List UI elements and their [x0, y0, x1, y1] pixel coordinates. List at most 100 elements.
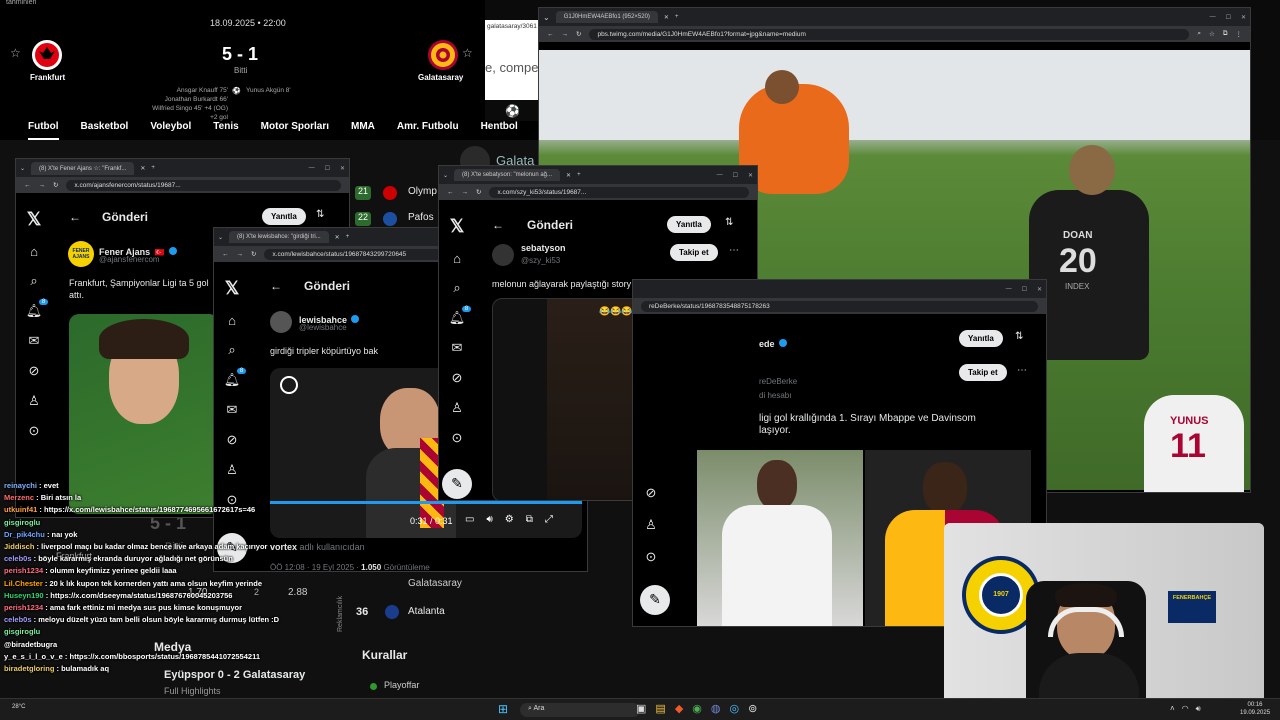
obs-icon[interactable]: ⊚ — [748, 702, 757, 715]
avatar[interactable] — [492, 244, 514, 266]
favorite-star-icon[interactable]: ☆ — [462, 46, 473, 60]
user-handle[interactable]: reDeBerke — [759, 377, 797, 386]
new-tab-icon[interactable]: + — [346, 234, 350, 240]
follow-button[interactable]: Takip et — [959, 364, 1007, 381]
profile-icon[interactable]: ♙ — [226, 462, 238, 478]
fullscreen-icon[interactable]: ⤢ — [545, 514, 553, 525]
taskbar-search[interactable]: ⌕ Ara — [520, 703, 640, 717]
grok-icon[interactable]: ⊘ — [227, 432, 238, 448]
home-icon[interactable]: ⌂ — [30, 244, 38, 259]
chat-username[interactable]: celeb0s — [4, 554, 32, 563]
picture-in-picture-icon[interactable]: ⧉ — [526, 514, 533, 525]
tab-menu-icon[interactable]: ⌄ — [20, 165, 25, 172]
profile-icon[interactable]: ♙ — [645, 517, 657, 533]
new-tab-icon[interactable]: + — [151, 165, 155, 171]
reload-icon[interactable]: ↻ — [576, 30, 581, 38]
clock[interactable]: 00:16 19.09.2025 — [1240, 701, 1270, 717]
close-window-icon[interactable]: ✕ — [340, 165, 345, 172]
filter-icon[interactable]: ⇅ — [316, 209, 324, 220]
home-icon[interactable]: ⌂ — [453, 251, 461, 266]
reply-button[interactable]: Yanıtla — [667, 216, 711, 233]
steam-icon[interactable]: ◎ — [730, 702, 740, 715]
close-icon[interactable]: ✕ — [335, 234, 340, 241]
more-icon[interactable]: ⊙ — [452, 430, 463, 446]
back-icon[interactable]: ← — [547, 31, 554, 38]
chat-username[interactable]: @biradetbugra — [4, 640, 57, 649]
avatar[interactable] — [270, 311, 292, 333]
profile-icon[interactable]: ♙ — [28, 393, 40, 409]
tab-hentbol[interactable]: Hentbol — [481, 121, 518, 140]
back-arrow-icon[interactable]: ← — [69, 210, 81, 224]
search-icon[interactable]: ⌕ — [228, 342, 235, 358]
bookmark-star-icon[interactable]: ☆ — [1209, 30, 1215, 38]
tab-menu-icon[interactable]: ⌄ — [443, 172, 448, 179]
filter-icon[interactable]: ⇅ — [1015, 331, 1023, 342]
discord-icon[interactable]: ◍ — [711, 702, 721, 715]
standing-team[interactable]: Atalanta — [408, 606, 445, 617]
chat-username[interactable]: Jiddisch — [4, 542, 34, 551]
galatasaray-row[interactable]: Galatasaray — [408, 578, 462, 589]
messages-icon[interactable]: ✉ — [29, 333, 40, 349]
chat-username[interactable]: gisgiroglu — [4, 518, 40, 527]
messages-icon[interactable]: ✉ — [227, 402, 238, 418]
wifi-icon[interactable]: ◠ — [1182, 704, 1189, 714]
maximize-icon[interactable]: ☐ — [733, 172, 738, 179]
minimize-icon[interactable]: — — [717, 172, 723, 179]
x-logo-icon[interactable]: 𝕏 — [225, 278, 240, 299]
reload-icon[interactable]: ↻ — [476, 188, 481, 196]
url-input[interactable]: reDeBerke/status/19687835488751782​63 — [641, 300, 1038, 312]
grok-icon[interactable]: ⊘ — [646, 485, 657, 501]
tab-menu-icon[interactable]: ⌄ — [218, 234, 223, 241]
avatar[interactable]: FENER AJANS — [68, 241, 94, 267]
close-icon[interactable]: ✕ — [566, 172, 571, 179]
new-tab-icon[interactable]: + — [675, 14, 679, 20]
volume-icon[interactable]: 🔊︎ — [486, 514, 492, 525]
notifications-icon[interactable]: 🔔︎ 8 — [26, 299, 49, 319]
profile-icon[interactable]: ♙ — [451, 400, 463, 416]
forward-icon[interactable]: → — [39, 182, 46, 189]
close-window-icon[interactable]: ✕ — [1241, 14, 1246, 21]
extensions-icon[interactable]: ⧉ — [1223, 30, 1228, 38]
volume-icon[interactable]: 🔊︎ — [1196, 704, 1201, 714]
chat-username[interactable]: y_e_s_i_l_o_v_e — [4, 652, 63, 661]
favorite-star-icon[interactable]: ☆ — [10, 46, 21, 60]
search-icon[interactable]: ⌕ — [30, 273, 37, 289]
grok-icon[interactable]: ⊘ — [29, 363, 40, 379]
minimize-icon[interactable]: — — [309, 165, 315, 172]
user-name[interactable]: ede — [759, 339, 775, 349]
forward-icon[interactable]: → — [562, 31, 569, 38]
search-icon[interactable]: ⌕ — [453, 280, 460, 296]
user-handle[interactable]: @lewisbahce — [299, 323, 347, 332]
tab-tenis[interactable]: Tenis — [213, 121, 238, 140]
browser-tab[interactable]: (8) X'te lewisbahce: "girdiği tri... — [229, 231, 329, 243]
windows-start-icon[interactable]: ⊞ — [498, 702, 508, 716]
user-handle[interactable]: @szy_ki53 — [521, 256, 560, 265]
standing-team[interactable]: Olymp — [408, 186, 437, 197]
grok-icon[interactable]: ⊘ — [452, 370, 463, 386]
chat-username[interactable]: utkuinf41 — [4, 505, 37, 514]
back-icon[interactable]: ← — [447, 189, 454, 196]
reply-button[interactable]: Yanıtla — [262, 208, 306, 225]
chat-username[interactable]: Lil.Chester — [4, 579, 43, 588]
mbappe-photo[interactable] — [697, 450, 863, 626]
new-tab-icon[interactable]: + — [577, 172, 581, 178]
filter-icon[interactable]: ⇅ — [725, 217, 733, 228]
brave-icon[interactable]: ◆ — [675, 702, 683, 715]
more-options-icon[interactable]: ⋯ — [729, 245, 739, 256]
tab-futbol[interactable]: Futbol — [28, 121, 59, 140]
tab-mma[interactable]: MMA — [351, 121, 375, 140]
chevron-up-icon[interactable]: ˄ — [1170, 704, 1175, 714]
notifications-icon[interactable]: 🔔︎ 8 — [449, 306, 472, 326]
tab-basketbol[interactable]: Basketbol — [81, 121, 129, 140]
url-input[interactable]: x.com/szy_ki53/status/19687... — [489, 186, 749, 198]
close-icon[interactable]: ✕ — [664, 14, 669, 21]
reload-icon[interactable]: ↻ — [251, 250, 256, 258]
tab-menu-icon[interactable]: ⌄ — [543, 13, 550, 22]
maximize-icon[interactable]: ☐ — [1022, 286, 1027, 293]
x-logo-icon[interactable]: 𝕏 — [27, 209, 42, 230]
chat-username[interactable]: gisgiroglu — [4, 627, 40, 636]
chat-username[interactable]: perish1234 — [4, 603, 43, 612]
reload-icon[interactable]: ↻ — [53, 181, 58, 189]
chat-username[interactable]: reinaychi — [4, 481, 37, 490]
home-icon[interactable]: ⌂ — [228, 313, 236, 328]
